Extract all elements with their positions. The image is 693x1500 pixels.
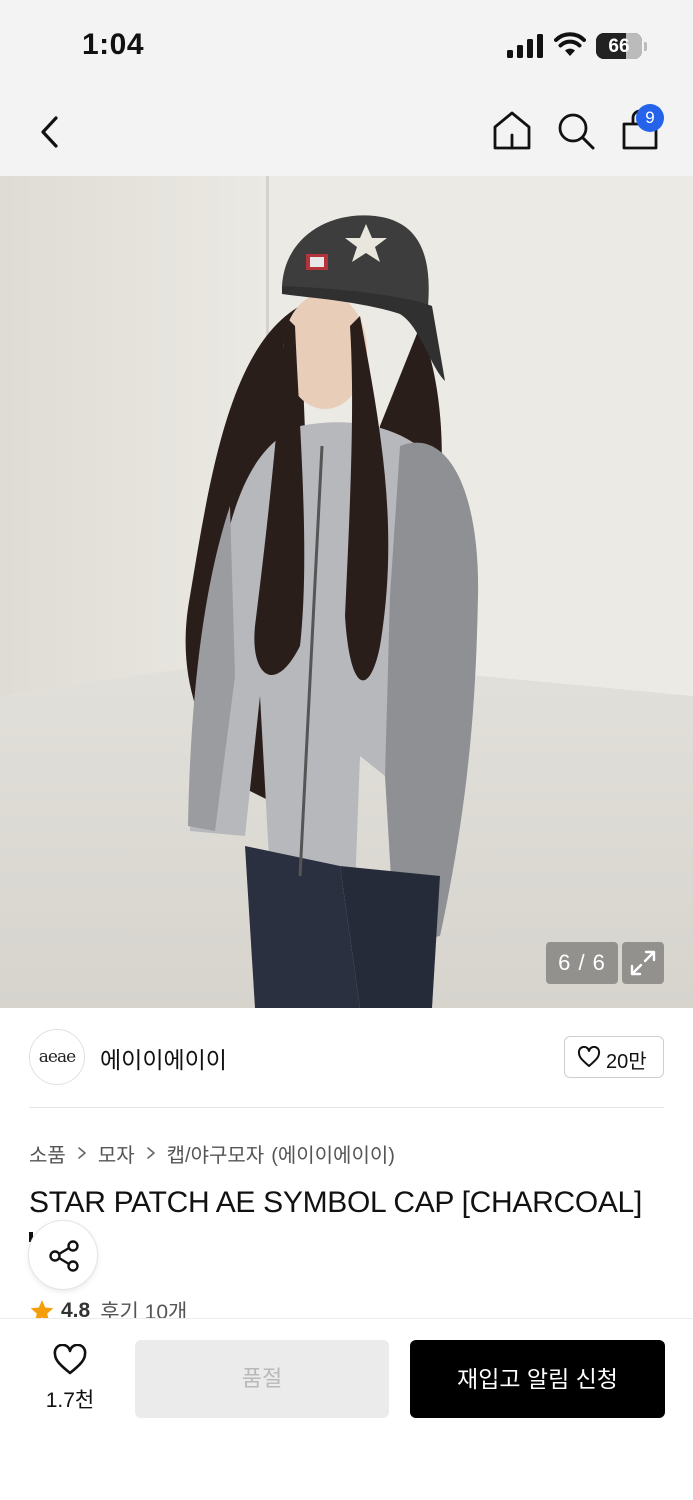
wifi-icon xyxy=(554,32,586,56)
cart-count-badge: 9 xyxy=(636,104,664,132)
brand-name[interactable]: 에이이에이이 xyxy=(100,1041,227,1075)
product-image[interactable] xyxy=(0,176,693,1008)
status-time: 1:04 xyxy=(82,28,145,61)
product-photo xyxy=(0,176,693,1008)
restock-alert-button[interactable]: 재입고 알림 신청 xyxy=(410,1340,665,1418)
image-counter: 6 / 6 xyxy=(546,942,618,984)
wishlist-count: 1.7천 xyxy=(45,1389,95,1412)
battery-indicator: 66 xyxy=(596,33,648,59)
home-icon[interactable] xyxy=(490,108,534,152)
status-bar: 1:04 66 xyxy=(0,0,693,90)
search-icon[interactable] xyxy=(555,110,597,152)
breadcrumb-brand[interactable]: (에이이에이이) xyxy=(271,1139,395,1168)
divider xyxy=(29,1107,664,1108)
brand-like-count: 20만 xyxy=(606,1051,647,1073)
breadcrumb: 소품 모자 캡/야구모자 (에이이에이이) xyxy=(29,1139,395,1167)
expand-icon xyxy=(630,950,656,976)
breadcrumb-item[interactable]: 모자 xyxy=(98,1139,135,1168)
expand-button[interactable] xyxy=(622,942,664,984)
heart-outline-icon xyxy=(53,1344,87,1375)
share-button[interactable] xyxy=(28,1220,98,1290)
battery-percent: 66 xyxy=(608,36,630,57)
brand-like-button[interactable]: 20만 xyxy=(564,1036,664,1078)
soldout-button: 품절 xyxy=(135,1340,389,1418)
chevron-left-icon[interactable] xyxy=(32,112,68,152)
breadcrumb-item[interactable]: 캡/야구모자 xyxy=(167,1139,265,1168)
share-icon xyxy=(49,1240,79,1272)
chevron-right-icon xyxy=(78,1147,86,1159)
chevron-right-icon xyxy=(146,1147,155,1159)
top-nav xyxy=(0,90,693,176)
product-title: STAR PATCH AE SYMBOL CAP [CHARCOAL] xyxy=(29,1186,642,1219)
battery-tip xyxy=(644,42,647,51)
brand-logo[interactable]: aeae xyxy=(29,1029,85,1085)
signal-icon xyxy=(507,34,543,58)
breadcrumb-item[interactable]: 소품 xyxy=(29,1139,66,1168)
heart-outline-icon xyxy=(577,1046,601,1067)
wishlist-button[interactable]: 1.7천 xyxy=(28,1336,112,1416)
